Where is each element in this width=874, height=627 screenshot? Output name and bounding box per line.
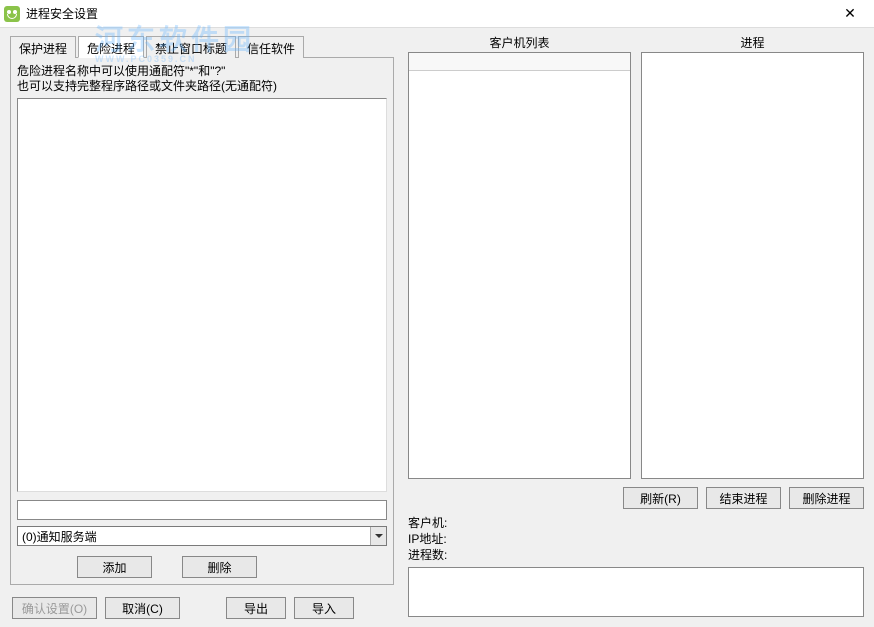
confirm-button[interactable]: 确认设置(O): [12, 597, 97, 619]
tab-bar: 保护进程 危险进程 禁止窗口标题 信任软件: [10, 36, 394, 58]
tab-forbid-window-title[interactable]: 禁止窗口标题: [146, 36, 236, 58]
client-list-header: 客户机列表: [408, 34, 631, 52]
dropdown-selected: (0)通知服务端: [18, 528, 370, 545]
action-dropdown[interactable]: (0)通知服务端: [17, 526, 387, 546]
client-info-row: 客户机:: [408, 515, 864, 531]
delete-process-button[interactable]: 删除进程: [789, 487, 864, 509]
process-column: 进程: [641, 34, 864, 479]
tab-danger-process[interactable]: 危险进程: [78, 36, 144, 58]
bottom-button-row: 确认设置(O) 取消(C) 导出 导入: [10, 597, 394, 619]
process-header: 进程: [641, 34, 864, 52]
ip-label: IP地址:: [408, 532, 447, 546]
app-icon: [4, 6, 20, 22]
hint-line-1: 危险进程名称中可以使用通配符"*"和"?": [17, 64, 387, 79]
end-process-button[interactable]: 结束进程: [706, 487, 781, 509]
log-textarea[interactable]: [408, 567, 864, 617]
right-button-row: 刷新(R) 结束进程 删除进程: [408, 487, 864, 509]
ip-info-row: IP地址:: [408, 531, 864, 547]
process-name-input[interactable]: [18, 501, 386, 519]
refresh-button[interactable]: 刷新(R): [623, 487, 698, 509]
danger-process-list[interactable]: [17, 98, 387, 492]
process-listbox[interactable]: [641, 52, 864, 479]
cancel-button[interactable]: 取消(C): [105, 597, 180, 619]
main-content: 保护进程 危险进程 禁止窗口标题 信任软件 危险进程名称中可以使用通配符"*"和…: [0, 28, 874, 627]
tab-content: 危险进程名称中可以使用通配符"*"和"?" 也可以支持完整程序路径或文件夹路径(…: [10, 57, 394, 585]
right-panel: 客户机列表 进程 刷新(R) 结束进程 删除进程 客户机: IP地址:: [404, 28, 874, 627]
tab-trust-software[interactable]: 信任软件: [238, 36, 304, 58]
delete-button[interactable]: 删除: [182, 556, 257, 578]
info-rows: 客户机: IP地址: 进程数:: [408, 515, 864, 563]
close-button[interactable]: ✕: [830, 2, 870, 26]
import-button[interactable]: 导入: [294, 597, 354, 619]
process-name-input-row: [17, 500, 387, 520]
chevron-down-icon: [370, 527, 386, 545]
titlebar: 进程安全设置 ✕: [0, 0, 874, 28]
process-count-row: 进程数:: [408, 547, 864, 563]
hint-text: 危险进程名称中可以使用通配符"*"和"?" 也可以支持完整程序路径或文件夹路径(…: [17, 64, 387, 94]
right-top-lists: 客户机列表 进程: [408, 34, 864, 479]
client-list-column: 客户机列表: [408, 34, 631, 479]
export-button[interactable]: 导出: [226, 597, 286, 619]
client-listbox[interactable]: [408, 52, 631, 479]
client-label: 客户机:: [408, 516, 447, 530]
add-delete-row: 添加 删除: [17, 556, 387, 578]
hint-line-2: 也可以支持完整程序路径或文件夹路径(无通配符): [17, 79, 387, 94]
window-title: 进程安全设置: [26, 5, 830, 22]
left-panel: 保护进程 危险进程 禁止窗口标题 信任软件 危险进程名称中可以使用通配符"*"和…: [0, 28, 404, 627]
add-button[interactable]: 添加: [77, 556, 152, 578]
client-listbox-header[interactable]: [409, 53, 630, 71]
process-count-label: 进程数:: [408, 548, 447, 562]
tab-protect-process[interactable]: 保护进程: [10, 36, 76, 58]
